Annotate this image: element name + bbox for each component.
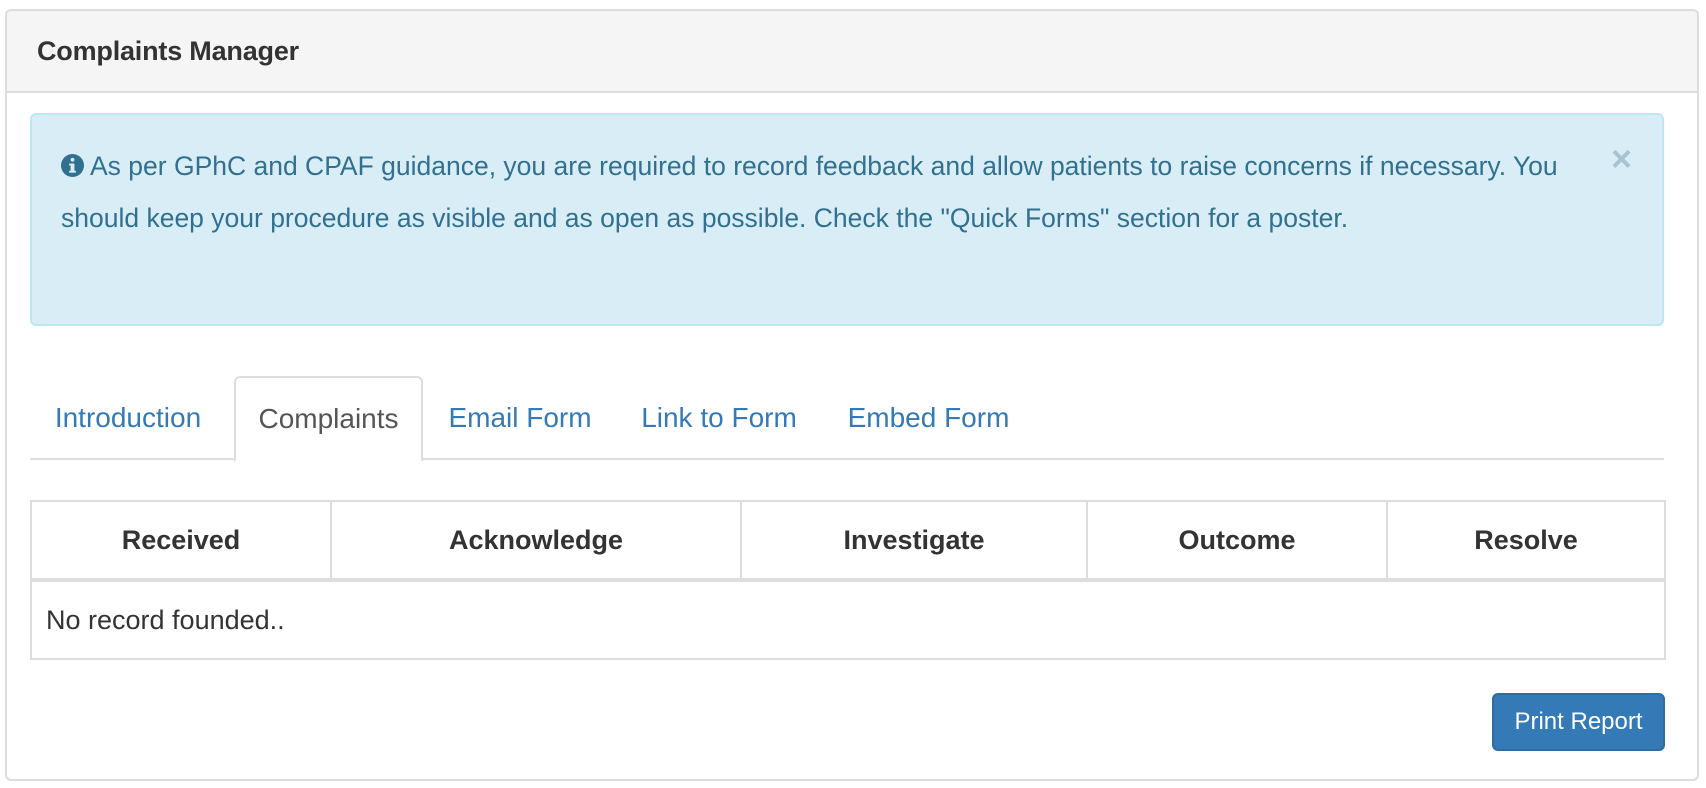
column-header-outcome[interactable]: Outcome bbox=[1086, 500, 1388, 582]
column-header-investigate[interactable]: Investigate bbox=[740, 500, 1088, 582]
print-report-label: Print Report bbox=[1514, 708, 1643, 735]
table-header-row: Received Acknowledge Investigate Outcome… bbox=[30, 500, 1666, 582]
tab-label: Complaints bbox=[258, 403, 399, 434]
panel-heading: Complaints Manager bbox=[7, 11, 1697, 93]
empty-table-message: No record founded.. bbox=[30, 579, 1666, 660]
tab-embed-form[interactable]: Embed Form bbox=[823, 376, 1034, 460]
alert-message: As per GPhC and CPAF guidance, you are r… bbox=[61, 151, 1558, 233]
print-report-button[interactable]: Print Report bbox=[1492, 693, 1665, 751]
tab-bar: Introduction Complaints Email Form Link … bbox=[30, 376, 1664, 462]
close-icon[interactable]: × bbox=[1611, 141, 1632, 177]
tab-introduction[interactable]: Introduction bbox=[30, 376, 226, 460]
tab-label: Embed Form bbox=[847, 402, 1010, 433]
tab-complaints[interactable]: Complaints bbox=[234, 376, 423, 462]
tab-email-form[interactable]: Email Form bbox=[424, 376, 616, 460]
tab-link-to-form[interactable]: Link to Form bbox=[616, 376, 822, 460]
tab-label: Link to Form bbox=[641, 402, 797, 433]
tab-label: Introduction bbox=[54, 402, 202, 433]
tab-label: Email Form bbox=[448, 402, 592, 433]
column-header-resolve[interactable]: Resolve bbox=[1386, 500, 1666, 582]
info-circle-icon bbox=[61, 143, 84, 193]
complaints-table-wrapper: Received Acknowledge Investigate Outcome… bbox=[30, 500, 1666, 660]
panel-title: Complaints Manager bbox=[37, 35, 299, 66]
column-header-received[interactable]: Received bbox=[30, 500, 332, 582]
info-alert: As per GPhC and CPAF guidance, you are r… bbox=[30, 113, 1664, 326]
complaints-table: Received Acknowledge Investigate Outcome… bbox=[30, 500, 1666, 660]
column-header-acknowledge[interactable]: Acknowledge bbox=[330, 500, 742, 582]
table-row: No record founded.. bbox=[30, 579, 1666, 660]
